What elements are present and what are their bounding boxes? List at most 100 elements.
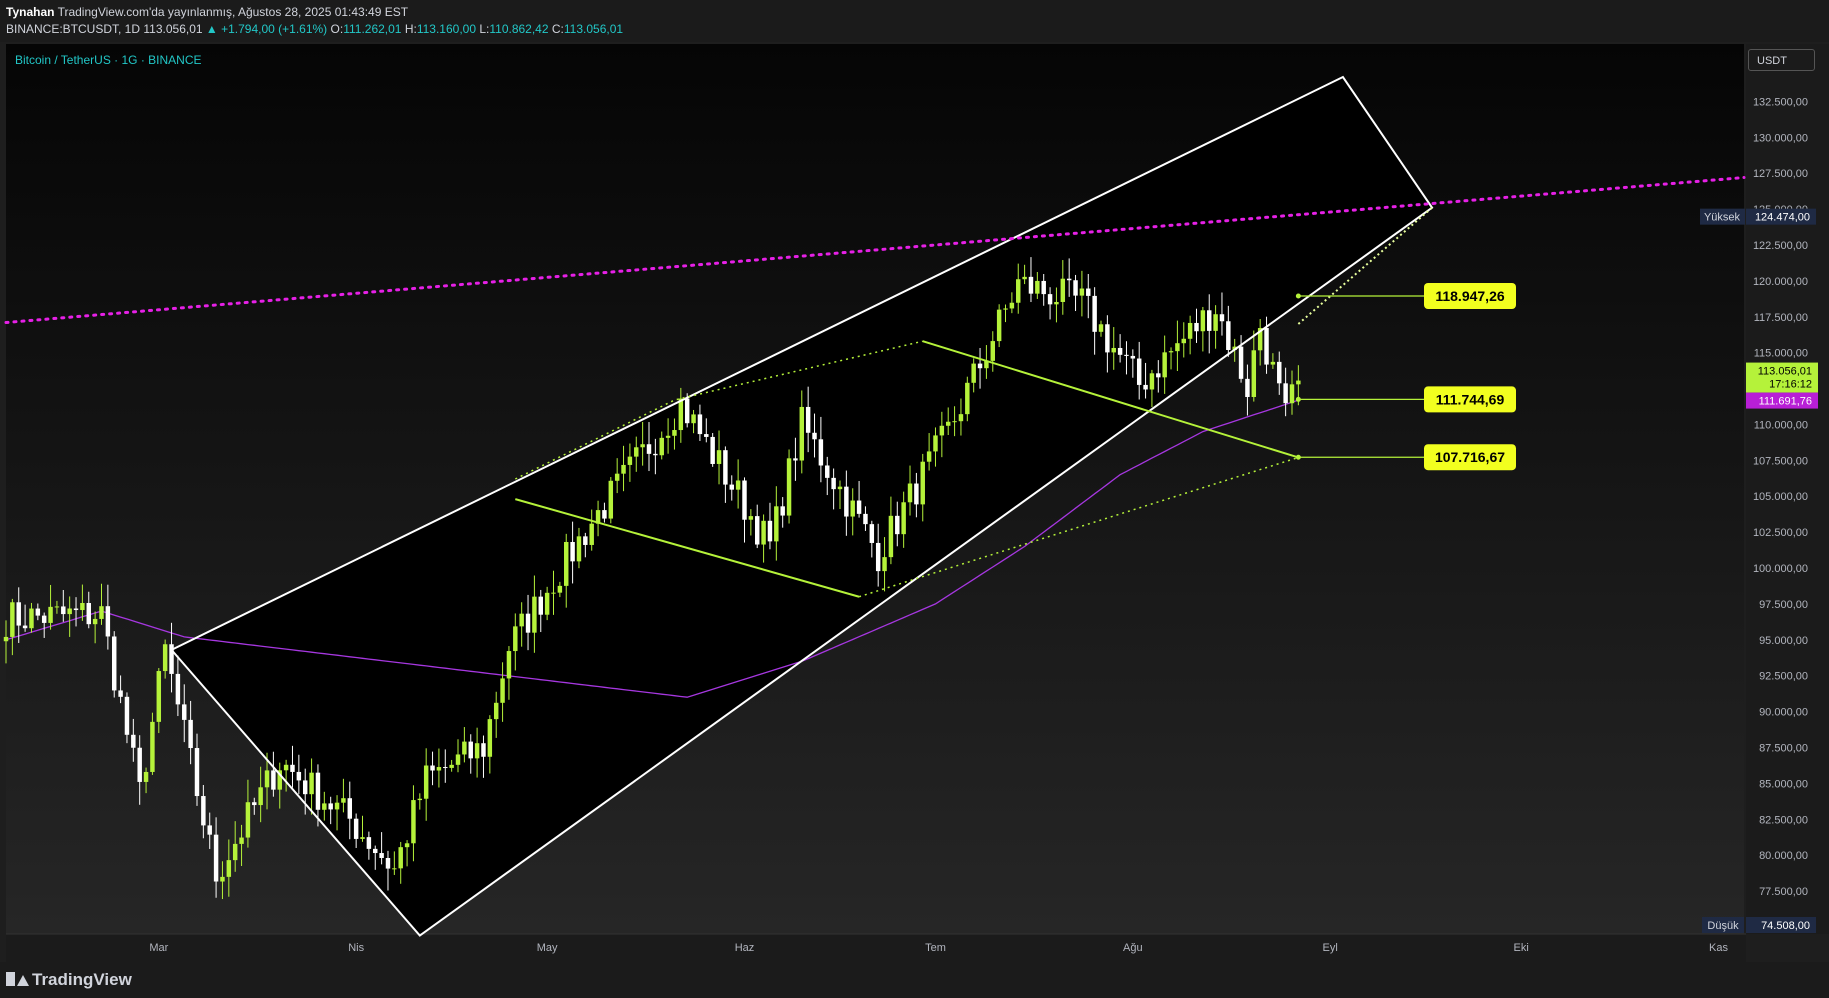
countdown-timer: 17:16:12	[1769, 379, 1812, 391]
candle-body	[290, 764, 295, 772]
candle-body	[1124, 354, 1129, 356]
candle-body	[455, 754, 461, 765]
candle-body	[360, 837, 365, 839]
candle-body	[1003, 308, 1008, 310]
candle-body	[1264, 328, 1269, 365]
candle-body	[735, 480, 741, 490]
candle-body	[996, 309, 1002, 342]
candle-body	[22, 625, 28, 629]
candle-body	[691, 414, 696, 424]
candle-body	[73, 608, 79, 611]
last-price-label: 113.056,01	[1758, 366, 1812, 378]
candle-body	[194, 748, 200, 797]
candle-body	[1066, 278, 1072, 281]
candle-body	[544, 592, 550, 615]
price-chart[interactable]: 118.947,26111.744,69107.716,67 135.000,0…	[0, 0, 1829, 962]
candle-body	[1136, 358, 1142, 385]
candle-body	[793, 458, 798, 461]
candle-body	[634, 447, 639, 457]
callout-price-label: 118.947,26	[1435, 288, 1505, 304]
x-tick-label: Nis	[348, 942, 364, 954]
candle-body	[35, 608, 41, 616]
candle-body	[398, 847, 403, 869]
candle-body	[564, 541, 569, 586]
y-tick-label: 87.500,00	[1759, 742, 1808, 754]
candle-body	[551, 592, 556, 594]
y-tick-label: 122.500,00	[1753, 240, 1808, 252]
candle-body	[1296, 380, 1301, 385]
candle-body	[926, 451, 932, 462]
candle-body	[863, 513, 868, 525]
candle-body	[353, 818, 359, 839]
candle-body	[1098, 324, 1104, 332]
candle	[710, 433, 715, 467]
candle-body	[239, 837, 244, 844]
candle-body	[837, 486, 843, 490]
candle-body	[322, 803, 327, 810]
candle-body	[175, 673, 181, 705]
candle-body	[80, 602, 85, 611]
candle-body	[462, 741, 467, 755]
candle-body	[1219, 314, 1225, 322]
candle-body	[977, 363, 983, 369]
candle-body	[366, 837, 372, 849]
candle-body	[882, 557, 887, 572]
candle-body	[799, 406, 805, 461]
candle-body	[449, 764, 454, 768]
y-tick-label: 80.000,00	[1759, 850, 1808, 862]
candle	[608, 477, 614, 524]
candle-body	[423, 765, 429, 799]
candle-body	[895, 515, 900, 535]
candle-body	[500, 678, 505, 703]
candle-body	[653, 453, 658, 456]
y-tick-label: 132.500,00	[1753, 96, 1808, 108]
candle-body	[907, 483, 913, 503]
candle-body	[710, 436, 715, 464]
time-axis-background[interactable]	[6, 934, 1746, 962]
candle-body	[48, 606, 53, 623]
y-tick-label: 120.000,00	[1753, 276, 1808, 288]
y-tick-label: 127.500,00	[1753, 168, 1808, 180]
candle-body	[1283, 383, 1288, 404]
candle-body	[519, 613, 524, 627]
currency-selector[interactable]: USDT	[1748, 49, 1815, 71]
y-tick-label: 82.500,00	[1759, 814, 1808, 826]
candle-body	[665, 435, 671, 438]
candle-body	[493, 702, 499, 720]
candle-body	[818, 439, 824, 466]
candle-body	[1028, 276, 1034, 294]
candle	[111, 631, 117, 698]
candle-body	[684, 398, 690, 424]
candle-body	[1251, 350, 1257, 397]
candle-body	[1143, 384, 1148, 390]
candle-body	[723, 450, 728, 485]
candle-body	[1035, 280, 1040, 294]
candle-body	[137, 747, 142, 782]
y-tick-label: 117.500,00	[1754, 312, 1808, 324]
candle-body	[1022, 276, 1027, 280]
candle-body	[1041, 280, 1046, 295]
candle-body	[1245, 378, 1250, 397]
candle-body	[86, 602, 91, 625]
y-tick-label: 100.000,00	[1753, 563, 1808, 575]
candle-body	[621, 464, 626, 474]
candle-body	[379, 853, 384, 858]
candle-body	[16, 602, 21, 626]
candle-body	[105, 606, 111, 637]
candle-body	[1277, 361, 1282, 384]
candle-body	[226, 860, 232, 877]
candle-body	[1111, 347, 1116, 353]
candle-body	[1156, 373, 1161, 378]
candle-body	[1073, 280, 1078, 296]
x-tick-label: Eki	[1514, 942, 1529, 954]
y-tick-label: 130.000,00	[1753, 132, 1808, 144]
candle-body	[659, 437, 664, 456]
candle-body	[589, 523, 594, 545]
x-tick-label: Kas	[1709, 942, 1728, 954]
candle-body	[576, 536, 582, 562]
tradingview-logo[interactable]: TradingView	[6, 970, 132, 990]
candle-body	[1060, 278, 1066, 302]
candle-body	[850, 500, 855, 517]
candle-body	[404, 843, 410, 848]
candle-body	[347, 798, 353, 819]
